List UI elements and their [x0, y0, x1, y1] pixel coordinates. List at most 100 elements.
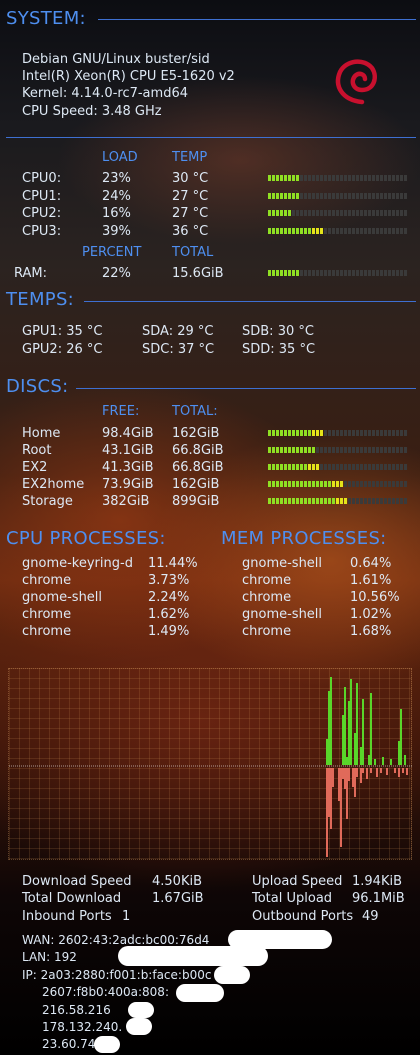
bar-segment — [392, 227, 395, 234]
bar-segment — [404, 464, 407, 470]
bar-segment — [344, 464, 347, 470]
bar-segment — [272, 210, 275, 216]
bar-segment — [292, 447, 295, 453]
bar-segment — [272, 270, 275, 276]
redaction-mark — [118, 946, 268, 966]
disc-usage-bar — [268, 481, 407, 487]
bar-segment — [392, 481, 395, 487]
bar-segment — [332, 447, 335, 453]
bar-segment — [356, 210, 359, 216]
mem-process-value: 1.02% — [350, 607, 392, 622]
bar-segment — [296, 227, 299, 234]
bar-segment — [304, 430, 307, 436]
bar-segment — [384, 192, 387, 199]
mem-process-name: gnome-shell — [242, 607, 323, 622]
bar-segment — [364, 227, 367, 234]
bar-segment — [284, 481, 287, 487]
bar-segment — [376, 227, 379, 234]
bar-segment — [368, 498, 371, 504]
inbound-ports-label: Inbound Ports — [22, 909, 112, 924]
disc-free: 73.9GiB — [102, 477, 154, 492]
bar-segment — [324, 210, 327, 216]
bar-segment — [344, 270, 347, 276]
cpu-core-label: CPU3: — [22, 223, 62, 239]
bar-segment — [328, 175, 331, 181]
redaction-mark — [176, 984, 224, 1002]
cpu-core-load-bar — [268, 175, 407, 181]
bar-segment — [308, 447, 311, 453]
bar-segment — [268, 192, 271, 199]
bar-segment — [280, 430, 283, 436]
bar-segment — [292, 227, 295, 234]
disc-free: 382GiB — [102, 494, 150, 509]
percent-column-header: PERCENT — [82, 245, 142, 260]
bar-segment — [404, 227, 407, 234]
download-speed-value: 4.50KiB — [152, 874, 203, 889]
bar-segment — [340, 192, 343, 199]
bar-segment — [356, 498, 359, 504]
bar-segment — [308, 175, 311, 181]
mem-processes-header: MEM PROCESSES: — [221, 528, 387, 549]
bar-segment — [348, 192, 351, 199]
bar-segment — [340, 464, 343, 470]
cpu-process-name: chrome — [22, 624, 72, 639]
bar-segment — [312, 210, 315, 216]
cpu-process-name: chrome — [22, 607, 72, 622]
bar-segment — [360, 270, 363, 276]
bar-segment — [364, 447, 367, 453]
bar-segment — [400, 210, 403, 216]
bar-segment — [312, 447, 315, 453]
disc-total: 899GiB — [172, 494, 220, 509]
cpu-process-value: 1.62% — [148, 607, 190, 622]
bar-segment — [308, 430, 311, 436]
bar-segment — [356, 175, 359, 181]
bar-segment — [272, 498, 275, 504]
bar-segment — [316, 498, 319, 504]
cpu-speed: CPU Speed: 3.48 GHz — [22, 104, 162, 119]
bar-segment — [312, 227, 315, 234]
ip-connection: 178.132.240. — [42, 1019, 123, 1034]
total-upload-label: Total Upload — [252, 891, 333, 906]
bar-segment — [284, 192, 287, 199]
ip-connection: IP: 2a03:2880:f001:b:face:b00c — [22, 968, 212, 982]
bar-segment — [352, 447, 355, 453]
bar-segment — [312, 498, 315, 504]
redaction-mark — [94, 1036, 120, 1053]
bar-segment — [384, 447, 387, 453]
bar-segment — [320, 192, 323, 199]
os-name: Debian GNU/Linux buster/sid — [22, 52, 210, 67]
bar-segment — [304, 175, 307, 181]
bar-segment — [312, 430, 315, 436]
sdb-temp: SDB: 30 °C — [242, 324, 314, 339]
bar-segment — [276, 498, 279, 504]
bar-segment — [284, 270, 287, 276]
bar-segment — [288, 481, 291, 487]
cpu-core-load-bar — [268, 192, 407, 199]
bar-segment — [296, 481, 299, 487]
bar-segment — [360, 175, 363, 181]
bar-segment — [268, 430, 271, 436]
outbound-ports-label: Outbound Ports — [252, 909, 354, 924]
bar-segment — [404, 498, 407, 504]
bar-segment — [300, 175, 303, 181]
bar-segment — [388, 430, 391, 436]
bar-segment — [332, 192, 335, 199]
bar-segment — [348, 464, 351, 470]
bar-segment — [336, 481, 339, 487]
bar-segment — [316, 447, 319, 453]
bar-segment — [392, 464, 395, 470]
cpu-core-load: 23% — [102, 171, 131, 186]
mem-process-value: 0.64% — [350, 556, 392, 571]
bar-segment — [388, 175, 391, 181]
bar-segment — [392, 447, 395, 453]
bar-segment — [380, 430, 383, 436]
bar-segment — [268, 498, 271, 504]
bar-segment — [280, 175, 283, 181]
bar-segment — [308, 498, 311, 504]
bar-segment — [352, 464, 355, 470]
bar-segment — [356, 447, 359, 453]
bar-segment — [344, 498, 347, 504]
bar-segment — [376, 210, 379, 216]
bar-segment — [316, 175, 319, 181]
bar-segment — [312, 464, 315, 470]
